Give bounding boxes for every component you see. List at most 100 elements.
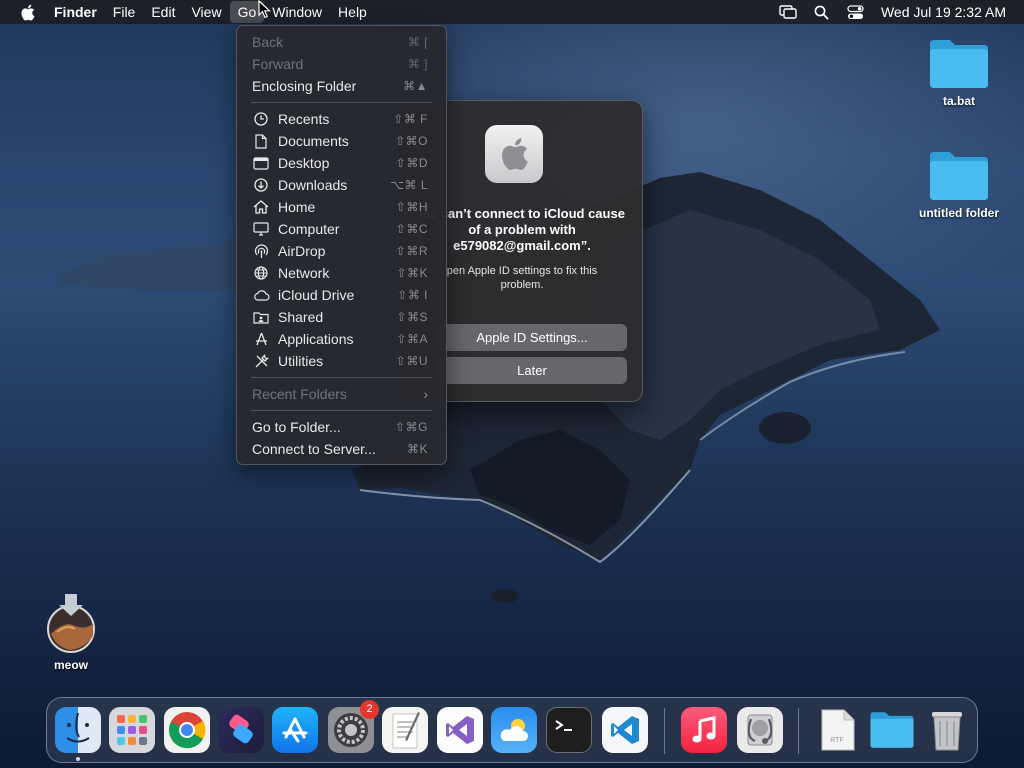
menu-separator <box>251 410 432 411</box>
menu-item-computer[interactable]: Computer ⇧⌘C <box>243 218 440 240</box>
apple-id-settings-button[interactable]: Apple ID Settings... <box>437 324 627 351</box>
alert-title: lac can’t connect to iCloud cause of a p… <box>419 206 625 253</box>
menu-bar-clock[interactable]: Wed Jul 19 2:32 AM <box>873 4 1024 20</box>
menu-item-connect-to-server[interactable]: Connect to Server... ⌘K <box>243 438 440 460</box>
apple-settings-icon <box>485 125 543 183</box>
menu-bar: Finder File Edit View Go Window Help Wed… <box>0 0 1024 24</box>
dock-folder-icon[interactable] <box>869 707 915 753</box>
menu-file[interactable]: File <box>105 1 144 23</box>
menu-item-shortcut: ⇧⌘K <box>396 266 428 280</box>
menu-item-shortcut: ⇧⌘C <box>395 222 428 236</box>
menu-item-shortcut: ⇧⌘G <box>395 420 428 434</box>
menu-item-label: Enclosing Folder <box>252 78 357 94</box>
menu-item-label: Applications <box>278 331 354 347</box>
menu-item-shortcut: ⇧⌘D <box>395 156 428 170</box>
airdrop-icon <box>252 243 270 259</box>
folder-icon <box>930 152 988 200</box>
menu-item-label: Go to Folder... <box>252 419 341 435</box>
notification-badge: 2 <box>360 700 379 719</box>
trash-icon[interactable] <box>924 707 970 753</box>
menu-item-utilities[interactable]: Utilities ⇧⌘U <box>243 350 440 372</box>
dock: 2 RTF <box>46 697 978 763</box>
menu-item-network[interactable]: Network ⇧⌘K <box>243 262 440 284</box>
shared-folder-icon <box>252 309 270 325</box>
menu-item-shortcut: ⌘K <box>406 442 428 456</box>
menu-item-shortcut: ⌘ ] <box>407 57 428 71</box>
menu-item-label: Utilities <box>278 353 324 369</box>
menu-item-shortcut: ⇧⌘ I <box>397 288 428 302</box>
finder-icon[interactable] <box>55 707 101 753</box>
desktop-installer-meow[interactable]: meow <box>21 592 121 672</box>
menu-window[interactable]: Window <box>264 1 330 23</box>
menu-item-go-to-folder[interactable]: Go to Folder... ⇧⌘G <box>243 416 440 438</box>
menu-item-label: Connect to Server... <box>252 441 376 457</box>
apple-logo-icon <box>21 4 34 21</box>
disk-utility-icon[interactable] <box>737 707 783 753</box>
menu-item-enclosing-folder[interactable]: Enclosing Folder ⌘▲ <box>243 75 440 97</box>
launchpad-icon[interactable] <box>109 707 155 753</box>
menu-item-home[interactable]: Home ⇧⌘H <box>243 196 440 218</box>
desktop-folder-untitled[interactable]: untitled folder <box>909 150 1009 220</box>
globe-icon <box>252 265 270 281</box>
visual-studio-icon[interactable] <box>437 707 483 753</box>
mouse-cursor-icon <box>258 0 272 19</box>
menu-edit[interactable]: Edit <box>143 1 183 23</box>
menu-app-name[interactable]: Finder <box>46 1 105 23</box>
menu-item-shortcut: ⇧⌘R <box>395 244 428 258</box>
menu-item-label: Downloads <box>278 177 348 193</box>
menu-item-label: Recents <box>278 111 330 127</box>
desktop-icon <box>252 155 270 171</box>
later-button[interactable]: Later <box>437 357 627 384</box>
menu-item-label: Recent Folders <box>252 386 347 402</box>
menu-view[interactable]: View <box>183 1 229 23</box>
control-center-icon[interactable] <box>839 0 873 24</box>
menu-item-shortcut: ⌘ [ <box>407 35 428 49</box>
cloud-icon <box>252 287 270 303</box>
menu-item-icloud-drive[interactable]: iCloud Drive ⇧⌘ I <box>243 284 440 306</box>
menu-item-airdrop[interactable]: AirDrop ⇧⌘R <box>243 240 440 262</box>
menu-item-shared[interactable]: Shared ⇧⌘S <box>243 306 440 328</box>
menu-item-forward[interactable]: Forward ⌘ ] <box>243 53 440 75</box>
menu-item-label: Shared <box>278 309 324 325</box>
spotlight-search-icon[interactable] <box>805 0 839 24</box>
menu-separator <box>251 377 432 378</box>
menu-item-recent-folders[interactable]: Recent Folders › <box>243 383 440 405</box>
computer-icon <box>252 221 270 237</box>
menu-item-shortcut: ⇧⌘U <box>395 354 428 368</box>
menu-item-desktop[interactable]: Desktop ⇧⌘D <box>243 152 440 174</box>
menu-item-documents[interactable]: Documents ⇧⌘O <box>243 130 440 152</box>
menu-item-label: Documents <box>278 133 349 149</box>
weather-icon[interactable] <box>491 707 537 753</box>
rtf-file-icon[interactable]: RTF <box>814 707 860 753</box>
chrome-icon[interactable] <box>164 707 210 753</box>
menu-item-label: Network <box>278 265 330 281</box>
menu-item-shortcut: ⇧⌘A <box>396 332 428 346</box>
running-indicator <box>76 757 80 761</box>
menu-item-shortcut: ⇧⌘S <box>396 310 428 324</box>
go-menu-dropdown: Back ⌘ [ Forward ⌘ ] Enclosing Folder ⌘▲… <box>236 25 447 465</box>
app-store-icon[interactable] <box>272 707 318 753</box>
settings-gear-icon[interactable]: 2 <box>328 700 379 753</box>
vscode-icon[interactable] <box>602 707 648 753</box>
menu-item-back[interactable]: Back ⌘ [ <box>243 31 440 53</box>
menu-item-shortcut: ⇧⌘O <box>395 134 428 148</box>
menu-item-applications[interactable]: Applications ⇧⌘A <box>243 328 440 350</box>
desktop-icon-label: untitled folder <box>919 206 999 220</box>
menu-separator <box>251 102 432 103</box>
menu-item-label: Desktop <box>278 155 330 171</box>
music-icon[interactable] <box>681 707 727 753</box>
menu-bar-status-area: Wed Jul 19 2:32 AM <box>771 0 1024 24</box>
apple-menu-button[interactable] <box>8 1 46 23</box>
folder-icon <box>930 40 988 88</box>
textedit-icon[interactable] <box>382 707 428 753</box>
screen-mirroring-icon[interactable] <box>771 0 805 24</box>
menu-item-label: Computer <box>278 221 340 237</box>
menu-item-recents[interactable]: Recents ⇧⌘ F <box>243 108 440 130</box>
menu-help[interactable]: Help <box>330 1 375 23</box>
desktop-folder-ta-bat[interactable]: ta.bat <box>909 38 1009 108</box>
terminal-icon[interactable] <box>546 707 592 753</box>
menu-item-label: Back <box>252 34 284 50</box>
applications-icon <box>252 331 270 347</box>
shortcuts-icon[interactable] <box>218 707 264 753</box>
menu-item-downloads[interactable]: Downloads ⌥⌘ L <box>243 174 440 196</box>
